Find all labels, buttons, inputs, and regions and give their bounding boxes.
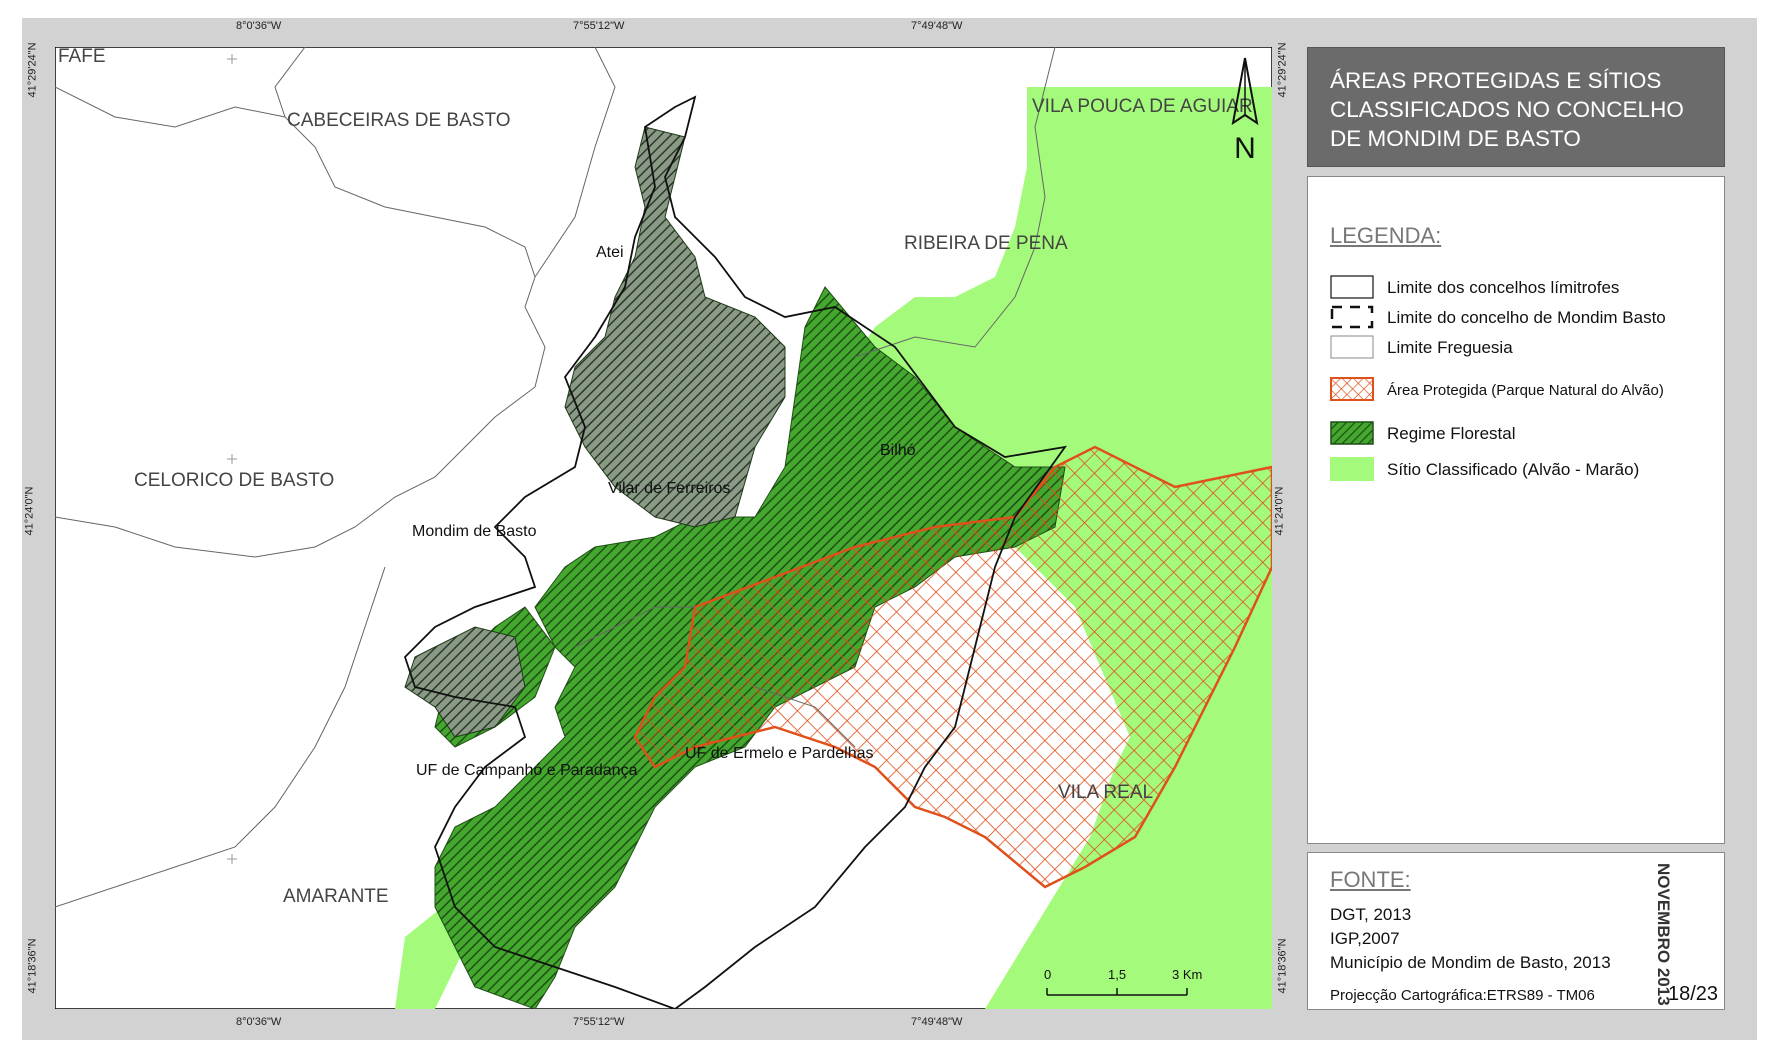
legend-label: Área Protegida (Parque Natural do Alvão): [1387, 382, 1664, 399]
label-atei: Atei: [596, 244, 624, 261]
legend-label: Limite Freguesia: [1387, 338, 1513, 357]
source-line: IGP,2007: [1330, 929, 1400, 948]
legend-label: Limite do concelho de Mondim Basto: [1387, 308, 1666, 327]
coord-right-3: 41°18'36"N: [1276, 938, 1289, 994]
coord-bottom-3: 7°49'48"W: [911, 1016, 963, 1028]
map-title: ÁREAS PROTEGIDAS E SÍTIOS CLASSIFICADOS …: [1330, 68, 1684, 151]
crosshatch-swatch-icon: [1330, 377, 1374, 401]
legend-label: Regime Florestal: [1387, 424, 1516, 443]
scale-label-0: 0: [1044, 967, 1051, 982]
coord-bottom-1: 8°0'36"W: [236, 1016, 282, 1028]
label-celorico: CELORICO DE BASTO: [134, 470, 335, 491]
date-text: NOVEMBRO 2013: [1654, 863, 1673, 1006]
label-campanho: UF de Campanhó e Paradança: [416, 762, 638, 779]
scale-label-1: 1,5: [1108, 967, 1126, 982]
coord-top-3: 7°49'48"W: [911, 20, 963, 32]
coord-right-2: 41°24'0"N: [1273, 486, 1286, 536]
dashed-box-icon: [1330, 305, 1374, 329]
label-ribeira-pena: RIBEIRA DE PENA: [904, 233, 1068, 254]
sheet-number: 18/23: [1668, 983, 1719, 1005]
coord-top-1: 8°0'36"W: [236, 20, 282, 32]
label-vilar: Vilar de Ferreiros: [608, 480, 731, 497]
map-canvas: [55, 47, 1272, 1009]
legend-title: LEGENDA:: [1330, 223, 1442, 248]
coord-right-1: 41°29'24"N: [1276, 42, 1289, 98]
projection-text: Projecção Cartográfica:ETRS89 - TM06: [1330, 987, 1595, 1004]
title-panel: ÁREAS PROTEGIDAS E SÍTIOS CLASSIFICADOS …: [1307, 47, 1725, 167]
label-amarante: AMARANTE: [283, 886, 389, 907]
label-mondim: Mondim de Basto: [412, 523, 537, 540]
hatch-swatch-icon: [1330, 421, 1374, 445]
scale-bar: 0 1,5 3 Km: [1044, 967, 1202, 996]
sources-title: FONTE:: [1330, 867, 1411, 892]
date-block: NOVEMBRO 2013: [1653, 863, 1673, 1006]
legend-label: Sítio Classificado (Alvão - Marão): [1387, 460, 1640, 479]
label-ermelo: UF de Ermelo e Pardelhas: [685, 745, 874, 762]
legend-label: Limite dos concelhos límitrofes: [1387, 278, 1620, 297]
label-vila-real: VILA REAL: [1058, 782, 1154, 803]
fill-swatch-icon: [1330, 457, 1374, 481]
north-label: N: [1234, 132, 1256, 165]
coord-top-2: 7°55'12"W: [573, 20, 625, 32]
thin-box-icon: [1330, 335, 1374, 359]
coord-left-1: 41°29'24"N: [26, 42, 39, 98]
label-fafe: FAFE: [58, 46, 106, 67]
north-arrow-icon: N: [1231, 57, 1259, 165]
coord-left-2: 41°24'0"N: [23, 486, 36, 536]
coord-bottom-2: 7°55'12"W: [573, 1016, 625, 1028]
legend-panel: LEGENDA: Limite dos concelhos límitrofes…: [1307, 176, 1725, 844]
label-cabeceiras: CABECEIRAS DE BASTO: [287, 110, 511, 131]
source-line: DGT, 2013: [1330, 905, 1412, 924]
sources-panel: FONTE: DGT, 2013 IGP,2007 Município de M…: [1307, 852, 1725, 1010]
coord-left-3: 41°18'36"N: [26, 938, 39, 994]
solid-box-icon: [1330, 275, 1374, 299]
label-bilho: Bilhó: [880, 442, 916, 459]
scale-label-2: 3 Km: [1172, 967, 1202, 982]
source-line: Município de Mondim de Basto, 2013: [1330, 953, 1611, 972]
